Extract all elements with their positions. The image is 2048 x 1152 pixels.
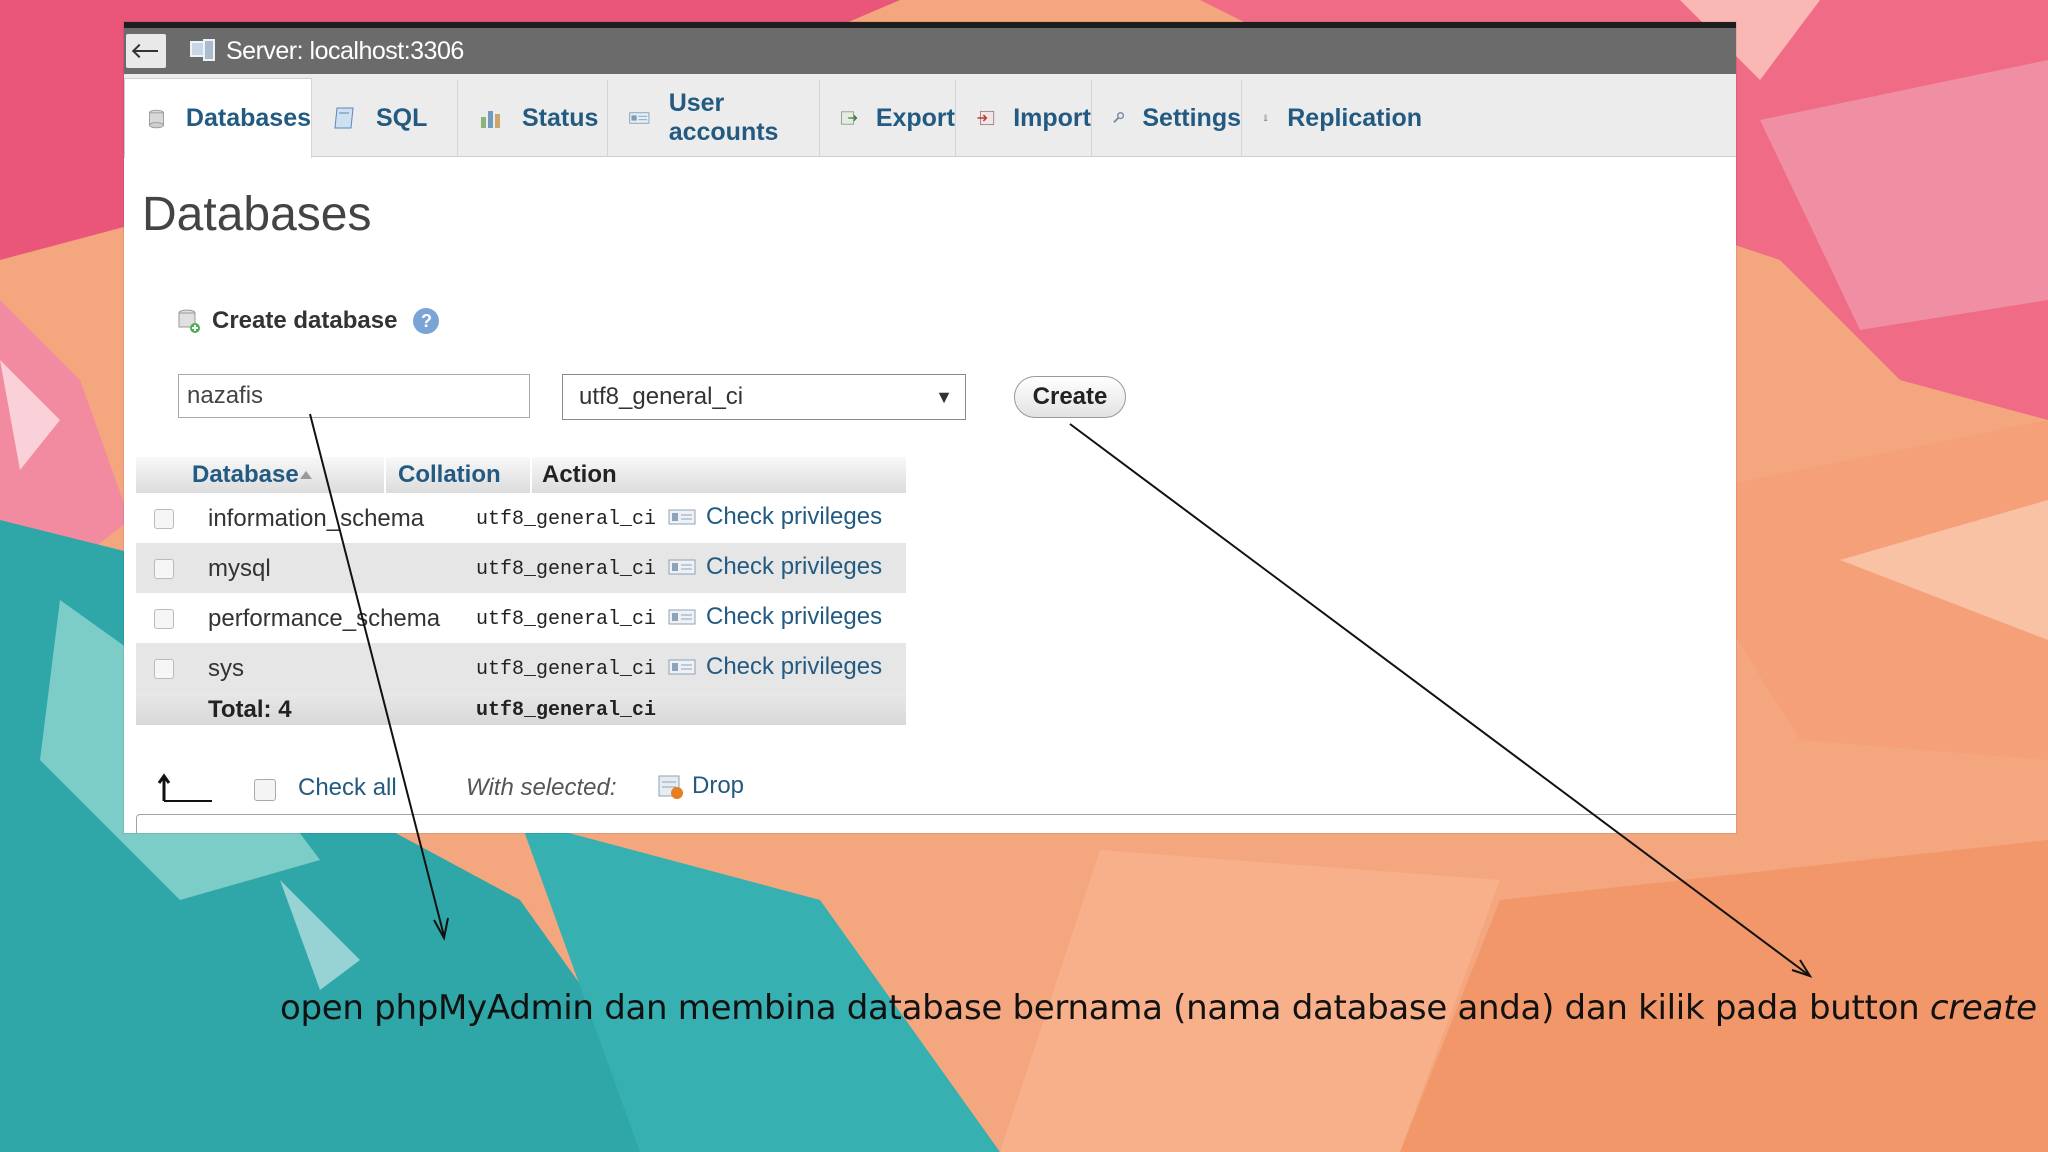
total-count: Total: 4 <box>208 696 292 723</box>
table-row: information_schema utf8_general_ci Check… <box>136 493 906 543</box>
drop-label: Drop <box>692 772 745 799</box>
check-all-checkbox[interactable] <box>254 779 276 801</box>
database-name-input[interactable] <box>178 374 530 418</box>
database-icon <box>148 109 164 128</box>
tab-status[interactable]: Status <box>458 80 608 156</box>
help-icon[interactable]: ? <box>413 308 440 334</box>
select-arrow-icon <box>157 773 212 802</box>
import-icon <box>977 110 995 126</box>
bulk-action-bar: Check all With selected: Drop <box>124 767 1024 807</box>
column-header-collation[interactable]: Collation <box>398 461 501 489</box>
collation-select[interactable]: utf8_general_ci ▼ <box>562 374 966 420</box>
column-separator <box>384 457 386 493</box>
tab-label: Replication <box>1287 103 1422 132</box>
tab-export[interactable]: Export <box>820 80 956 156</box>
check-privileges-link[interactable]: Check privileges <box>668 503 882 531</box>
server-label[interactable]: Server: localhost:3306 <box>226 37 464 66</box>
collation-cell: utf8_general_ci <box>476 608 657 631</box>
database-name-link[interactable]: information_schema <box>208 505 424 533</box>
privileges-icon <box>668 609 696 625</box>
column-header-database[interactable]: Database <box>192 461 299 489</box>
collation-cell: utf8_general_ci <box>476 508 657 531</box>
action-label: Check privileges <box>706 603 883 630</box>
tab-label: User accounts <box>668 89 779 146</box>
row-checkbox[interactable] <box>154 659 174 679</box>
tab-replication[interactable]: Replication <box>1242 80 1422 156</box>
database-table: Database Collation Action information_sc… <box>136 457 906 725</box>
database-name-link[interactable]: sys <box>208 655 244 683</box>
column-separator <box>530 457 532 493</box>
drop-icon <box>658 775 683 799</box>
sort-ascending-icon <box>300 471 312 479</box>
replication-icon <box>1263 114 1268 122</box>
caption-text: open phpMyAdmin dan membina database ber… <box>280 988 1920 1028</box>
tab-settings[interactable]: Settings <box>1092 80 1242 156</box>
tab-label: Databases <box>185 104 311 132</box>
next-section-frame <box>136 814 1736 833</box>
export-icon <box>841 111 858 125</box>
create-button[interactable]: Create <box>1014 376 1126 418</box>
check-privileges-link[interactable]: Check privileges <box>668 653 882 681</box>
tab-label: Settings <box>1142 103 1241 132</box>
sql-icon <box>334 107 354 129</box>
create-database-heading: Create database ? <box>176 307 440 335</box>
tab-label: Export <box>875 103 955 132</box>
table-total-row: Total: 4 utf8_general_ci <box>136 693 906 725</box>
drop-button[interactable]: Drop <box>656 772 744 800</box>
phpmyadmin-screenshot: Server: localhost:3306 Databases SQL Sta… <box>124 22 1736 833</box>
create-database-label: Create database <box>212 307 398 334</box>
status-icon <box>481 111 500 128</box>
tab-databases[interactable]: Databases <box>124 78 312 158</box>
wrench-icon <box>1113 112 1125 123</box>
tab-label: Import <box>1013 103 1091 132</box>
main-tab-bar: Databases SQL Status User accounts Expor… <box>124 74 1736 158</box>
caption-emphasis: create <box>1929 988 2037 1028</box>
tab-label: SQL <box>376 103 428 132</box>
tab-label: Status <box>522 103 599 132</box>
privileges-icon <box>668 559 696 575</box>
tab-sql[interactable]: SQL <box>312 80 458 156</box>
column-header-action: Action <box>542 461 617 488</box>
table-header: Database Collation Action <box>136 457 906 493</box>
table-row: mysql utf8_general_ci Check privileges <box>136 543 906 593</box>
action-label: Check privileges <box>706 503 883 530</box>
tab-user-accounts[interactable]: User accounts <box>608 80 820 156</box>
server-icon <box>190 39 215 61</box>
with-selected-label: With selected: <box>466 774 617 801</box>
table-row: sys utf8_general_ci Check privileges <box>136 643 906 693</box>
action-label: Check privileges <box>706 553 883 580</box>
collation-cell: utf8_general_ci <box>476 658 657 681</box>
collation-cell: utf8_general_ci <box>476 558 657 581</box>
database-name-link[interactable]: mysql <box>208 555 271 583</box>
privileges-icon <box>668 659 696 675</box>
database-name-link[interactable]: performance_schema <box>208 605 440 633</box>
total-collation: utf8_general_ci <box>476 699 657 722</box>
collation-selected-value: utf8_general_ci <box>579 383 744 410</box>
create-database-icon <box>178 309 200 333</box>
table-row: performance_schema utf8_general_ci Check… <box>136 593 906 643</box>
server-breadcrumb-bar: Server: localhost:3306 <box>124 28 1736 74</box>
row-checkbox[interactable] <box>154 509 174 529</box>
page-title: Databases <box>142 188 372 241</box>
check-all-label[interactable]: Check all <box>298 774 397 802</box>
action-label: Check privileges <box>706 653 883 680</box>
privileges-icon <box>668 509 696 525</box>
check-privileges-link[interactable]: Check privileges <box>668 553 882 581</box>
check-privileges-link[interactable]: Check privileges <box>668 603 882 631</box>
row-checkbox[interactable] <box>154 559 174 579</box>
user-accounts-icon <box>629 112 650 124</box>
row-checkbox[interactable] <box>154 609 174 629</box>
dropdown-caret-icon: ▼ <box>935 387 953 407</box>
instruction-caption: open phpMyAdmin dan membina database ber… <box>280 988 2037 1028</box>
back-arrow-icon[interactable] <box>126 34 166 68</box>
tab-import[interactable]: Import <box>956 80 1092 156</box>
